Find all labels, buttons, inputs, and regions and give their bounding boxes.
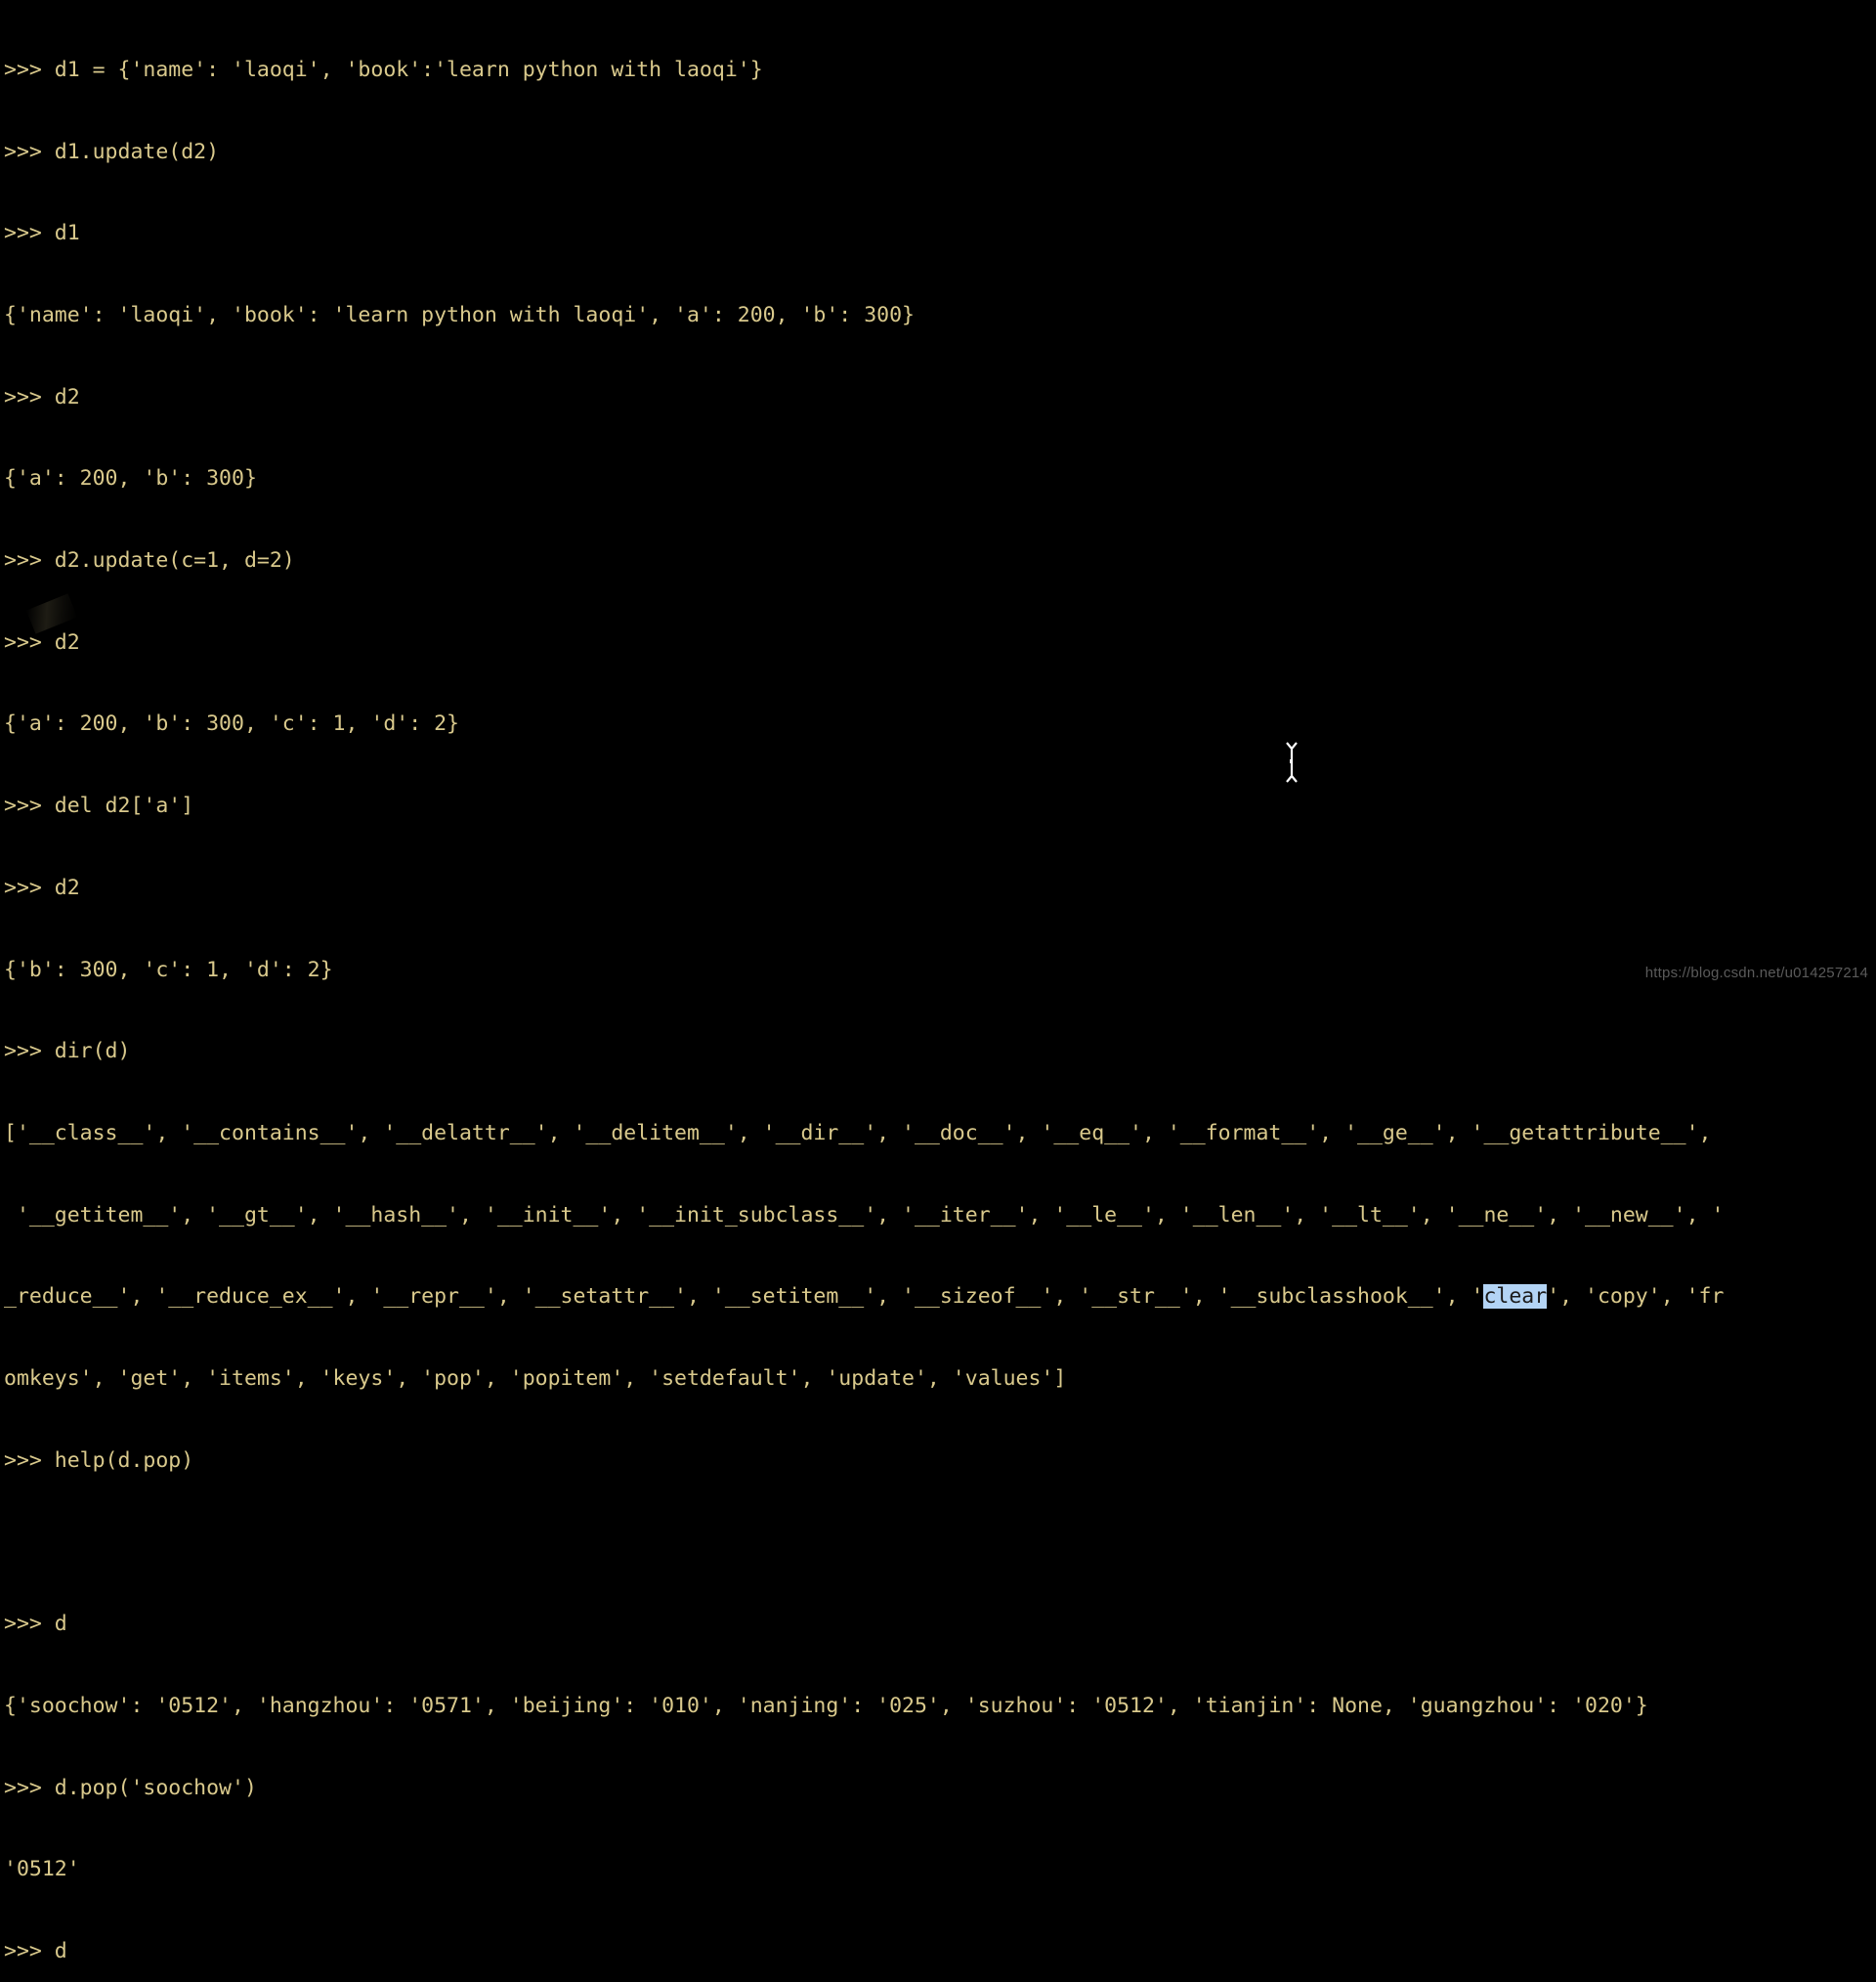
terminal-line: '__getitem__', '__gt__', '__hash__', '__… xyxy=(4,1202,1725,1228)
terminal-line: >>> d1 = {'name': 'laoqi', 'book':'learn… xyxy=(4,57,763,82)
terminal-line: ['__class__', '__contains__', '__delattr… xyxy=(4,1120,1712,1145)
terminal-line: >>> dir(d) xyxy=(4,1039,131,1064)
selection-prefix-text: _reduce__', '__reduce_ex__', '__repr__',… xyxy=(4,1284,1484,1310)
terminal-line: {'a': 200, 'b': 300, 'c': 1, 'd': 2} xyxy=(4,711,459,737)
terminal-line: {'a': 200, 'b': 300} xyxy=(4,466,257,492)
terminal-line: >>> d xyxy=(4,1938,67,1963)
terminal-line: >>> d xyxy=(4,1612,67,1637)
terminal-line: >>> d.pop('soochow') xyxy=(4,1775,257,1800)
terminal-line-with-selection: _reduce__', '__reduce_ex__', '__repr__',… xyxy=(4,1283,1876,1311)
selection-suffix-text: ', 'copy', 'fr xyxy=(1547,1284,1725,1310)
terminal-output[interactable]: >>> d1 = {'name': 'laoqi', 'book':'learn… xyxy=(4,2,1876,1982)
terminal-line: >>> del d2['a'] xyxy=(4,794,194,819)
selected-text-clear[interactable]: clear xyxy=(1483,1284,1548,1310)
terminal-line: >>> d2 xyxy=(4,384,80,409)
terminal-line: >>> help(d.pop) xyxy=(4,1447,194,1473)
terminal-line: '0512' xyxy=(4,1857,80,1882)
terminal-line: {'soochow': '0512', 'hangzhou': '0571', … xyxy=(4,1693,1648,1718)
terminal-window[interactable]: >>> d1 = {'name': 'laoqi', 'book':'learn… xyxy=(0,0,1876,1963)
terminal-line: {'name': 'laoqi', 'book': 'learn python … xyxy=(4,302,915,327)
terminal-line: >>> d1 xyxy=(4,221,80,246)
terminal-line: >>> d2 xyxy=(4,875,80,900)
terminal-line: >>> d1.update(d2) xyxy=(4,139,220,164)
terminal-line: >>> d2 xyxy=(4,629,80,655)
watermark-text: https://blog.csdn.net/u014257214 xyxy=(1644,965,1868,981)
terminal-line: {'b': 300, 'c': 1, 'd': 2} xyxy=(4,957,333,982)
terminal-line: >>> d2.update(c=1, d=2) xyxy=(4,548,295,574)
terminal-line: omkeys', 'get', 'items', 'keys', 'pop', … xyxy=(4,1366,1067,1392)
